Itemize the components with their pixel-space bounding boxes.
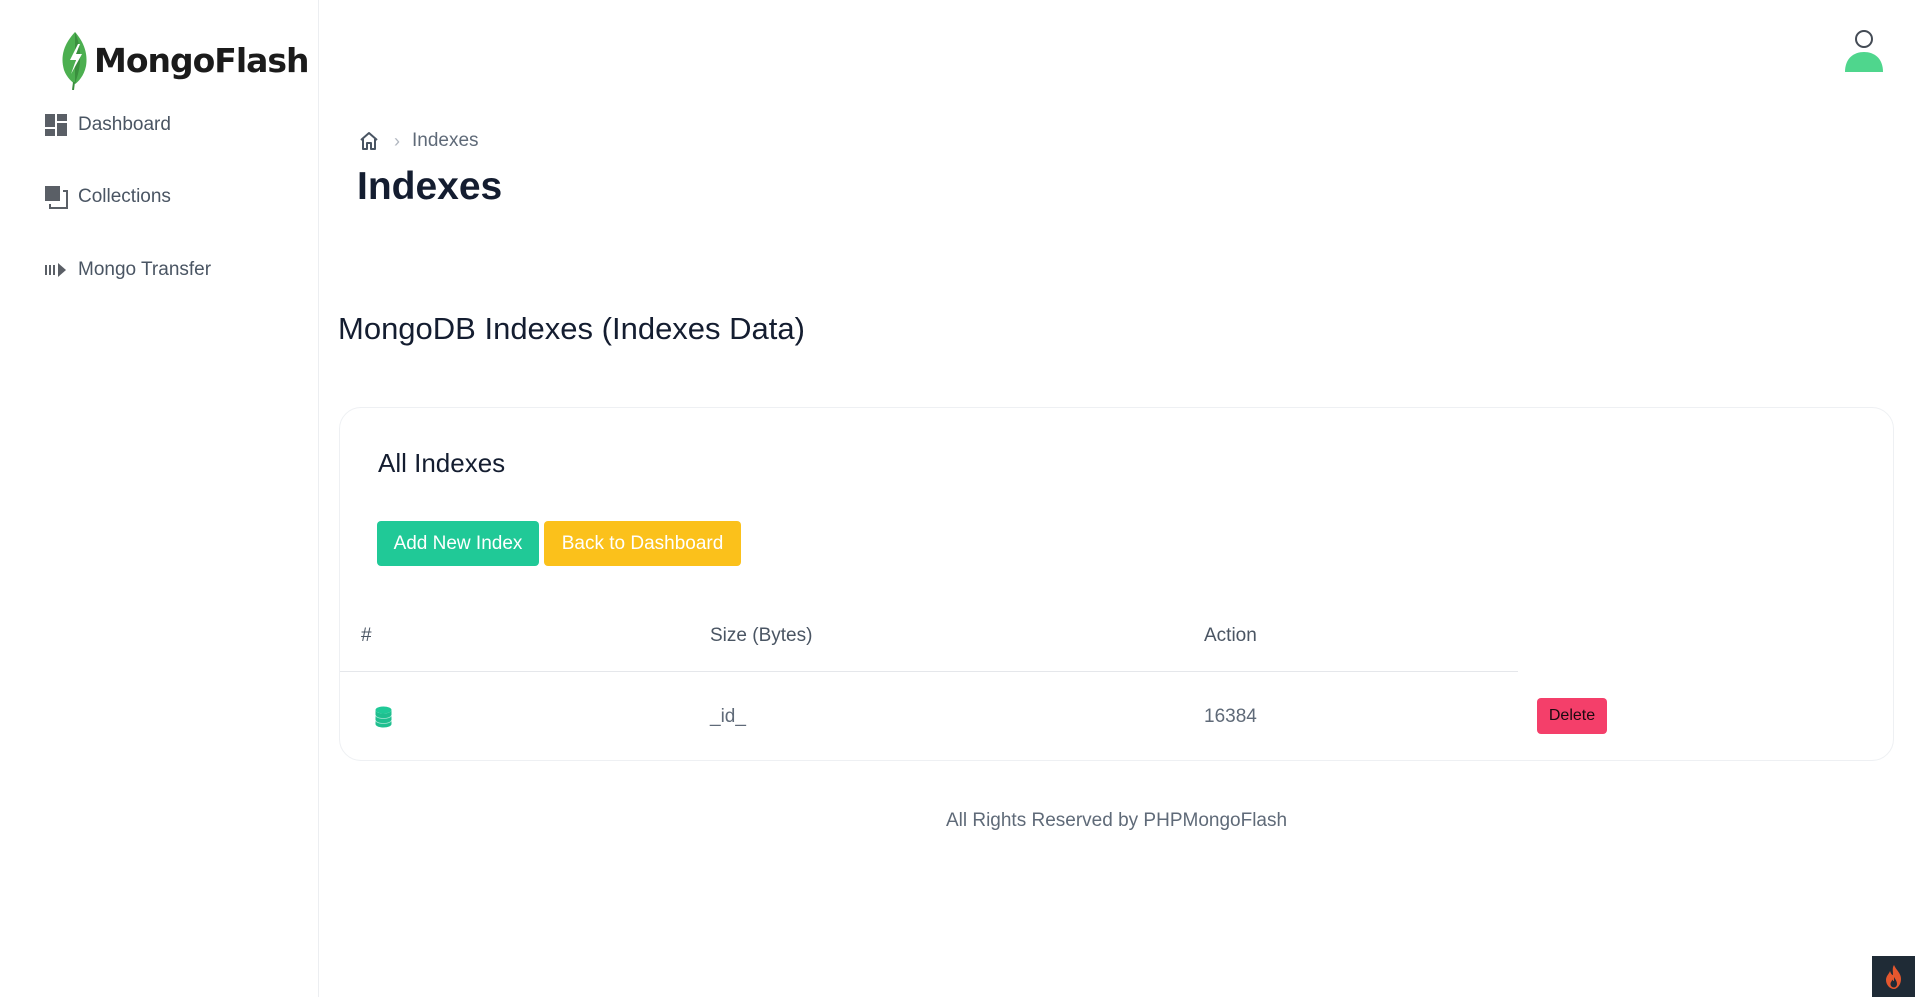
indexes-card: All Indexes Add New Index Back to Dashbo… — [339, 407, 1894, 761]
sidebar-item-collections[interactable]: Collections — [44, 185, 171, 209]
breadcrumb-chevron-icon: › — [394, 130, 400, 151]
column-header-action: Action — [1204, 625, 1257, 646]
breadcrumb-current: Indexes — [412, 130, 479, 151]
leaf-icon — [62, 32, 87, 90]
flame-badge[interactable] — [1872, 956, 1915, 997]
user-icon — [1845, 30, 1883, 72]
footer: All Rights Reserved by PHPMongoFlash — [0, 810, 1915, 832]
section-title: MongoDB Indexes (Indexes Data) — [338, 311, 805, 346]
sidebar: MongoFlash Dashboard Collections Mongo T… — [0, 0, 319, 997]
database-icon — [375, 706, 392, 728]
sidebar-item-label: Mongo Transfer — [78, 259, 212, 280]
footer-text: All Rights Reserved by PHPMongoFlash — [945, 810, 1288, 831]
column-header-number: # — [361, 625, 372, 646]
app-logo-text: MongoFlash — [94, 40, 310, 80]
app-logo[interactable]: MongoFlash — [58, 28, 310, 92]
table-header-divider — [340, 671, 1518, 672]
home-icon[interactable] — [358, 130, 380, 152]
index-size: 16384 — [1204, 706, 1257, 727]
breadcrumb: › Indexes — [358, 130, 479, 152]
dashboard-icon — [44, 113, 68, 137]
transfer-icon — [44, 258, 68, 282]
delete-index-button[interactable]: Delete — [1537, 698, 1607, 734]
card-title: All Indexes — [378, 448, 506, 478]
sidebar-item-mongo-transfer[interactable]: Mongo Transfer — [44, 258, 211, 282]
collections-icon — [44, 185, 68, 209]
sidebar-item-label: Collections — [78, 186, 171, 207]
sidebar-item-dashboard[interactable]: Dashboard — [44, 113, 171, 137]
sidebar-item-label: Dashboard — [78, 114, 171, 135]
column-header-size: Size (Bytes) — [710, 625, 813, 646]
flame-icon — [1885, 964, 1901, 989]
add-new-index-button[interactable]: Add New Index — [377, 521, 539, 566]
index-name: _id_ — [710, 706, 746, 727]
page-title: Indexes — [357, 165, 503, 208]
back-to-dashboard-button[interactable]: Back to Dashboard — [544, 521, 741, 566]
user-avatar[interactable] — [1842, 28, 1886, 74]
